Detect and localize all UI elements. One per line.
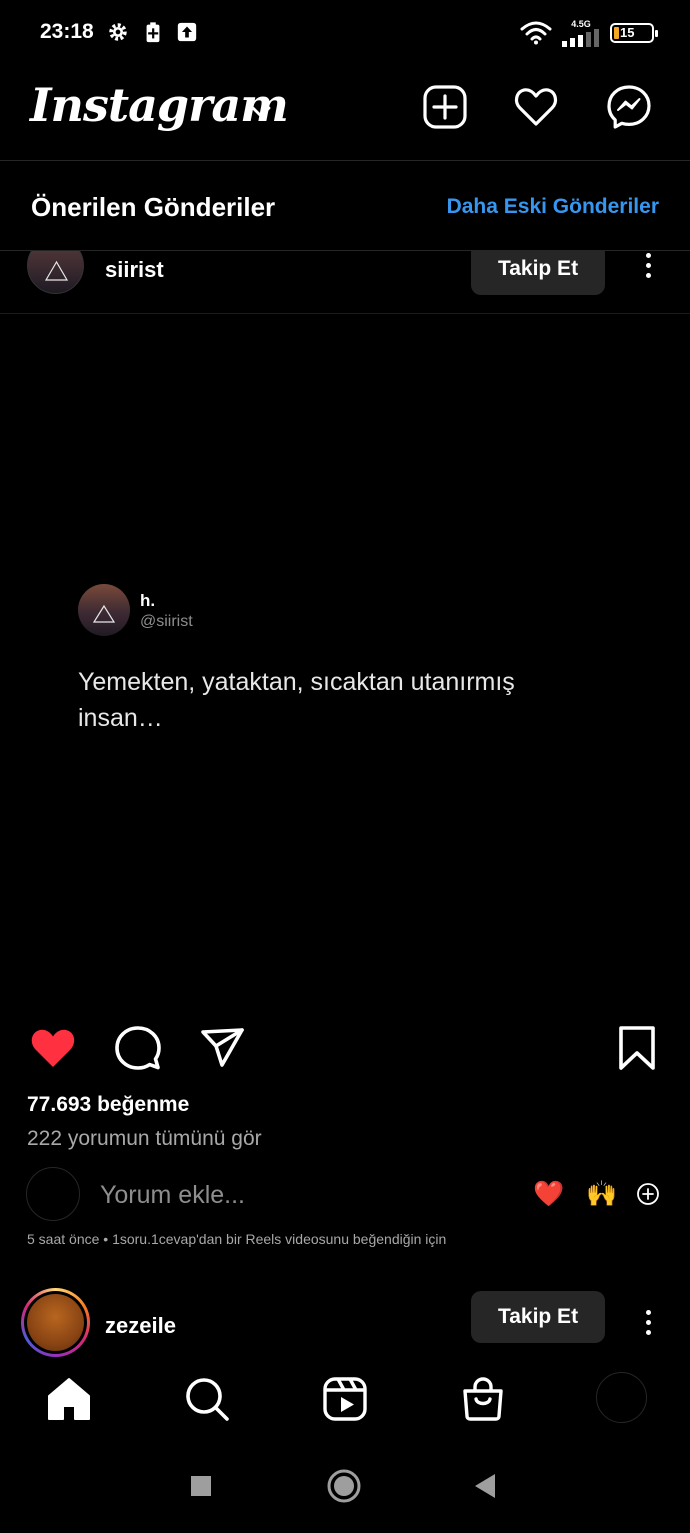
home-button[interactable] (326, 1468, 362, 1504)
quick-emoji-raised-hands[interactable]: 🙌 (586, 1178, 617, 1210)
older-posts-link[interactable]: Daha Eski Gönderiler (447, 195, 659, 219)
avatar[interactable] (27, 251, 84, 294)
shop-icon[interactable] (460, 1376, 506, 1422)
battery-fill (614, 27, 619, 39)
tweet-avatar (78, 584, 130, 636)
avatar (27, 1294, 84, 1351)
tweet-text: Yemekten, yataktan, sıcaktan utanırmış i… (78, 668, 515, 732)
reels-icon[interactable] (322, 1376, 368, 1422)
messenger-icon[interactable] (606, 84, 652, 130)
bottom-nav (0, 1362, 690, 1438)
next-follow-button[interactable]: Takip Et (471, 1291, 605, 1343)
back-button[interactable] (467, 1468, 503, 1504)
battery-nub (655, 30, 658, 37)
battery-saver-icon (146, 22, 160, 43)
user-avatar (26, 1167, 80, 1221)
like-count[interactable]: 77.693 beğenme (27, 1093, 189, 1117)
bookmark-icon[interactable] (613, 1024, 661, 1072)
recents-button[interactable] (183, 1468, 219, 1504)
post-username[interactable]: siirist (105, 257, 164, 283)
system-nav-bar (0, 1438, 690, 1533)
signal-group: 4.5G (562, 19, 600, 47)
battery-level: 15 (620, 25, 635, 40)
app-header: Instagram (0, 66, 690, 161)
avatar-triangle-icon (44, 260, 69, 281)
share-icon[interactable] (199, 1024, 247, 1072)
status-right-group: 4.5G 15 (520, 18, 658, 48)
clock: 23:18 (40, 20, 94, 43)
chevron-down-icon[interactable] (250, 104, 272, 120)
create-post-icon[interactable] (422, 84, 468, 130)
tweet-author-handle: @siirist (140, 613, 193, 630)
next-post-username[interactable]: zezeile (105, 1313, 176, 1339)
profile-avatar[interactable] (596, 1372, 647, 1423)
wifi-icon (520, 21, 552, 45)
comment-icon[interactable] (114, 1024, 162, 1072)
comment-input[interactable] (100, 1178, 520, 1212)
signal-icon (562, 29, 599, 47)
quick-emoji-heart[interactable]: ❤️ (533, 1178, 564, 1210)
avatar-triangle-icon (92, 604, 116, 623)
suggested-posts-title: Önerilen Gönderiler (31, 192, 276, 222)
like-heart-icon[interactable] (29, 1024, 77, 1072)
search-icon[interactable] (184, 1376, 230, 1422)
battery-icon: 15 (610, 23, 658, 43)
status-bar: 23:18 4.5G 15 (0, 0, 690, 66)
network-type: 4.5G (571, 19, 591, 29)
add-emoji-icon[interactable] (636, 1182, 660, 1206)
more-options-icon[interactable] (636, 251, 660, 285)
activity-heart-icon[interactable] (513, 84, 559, 130)
follow-button[interactable]: Takip Et (471, 251, 605, 295)
next-more-options-icon[interactable] (636, 1302, 660, 1342)
post-header: siirist Takip Et (0, 251, 690, 314)
suggested-posts-bar: Önerilen Gönderiler Daha Eski Gönderiler (0, 161, 690, 251)
view-all-comments-link[interactable]: 222 yorumun tümünü gör (27, 1127, 262, 1151)
post-meta: 5 saat önce • 1soru.1cevap'dan bir Reels… (27, 1231, 447, 1247)
upload-icon (177, 22, 197, 42)
tweet-author-name: h. (140, 591, 156, 610)
settings-icon (109, 23, 127, 41)
home-icon[interactable] (46, 1376, 92, 1422)
story-ring-avatar[interactable] (21, 1288, 90, 1357)
